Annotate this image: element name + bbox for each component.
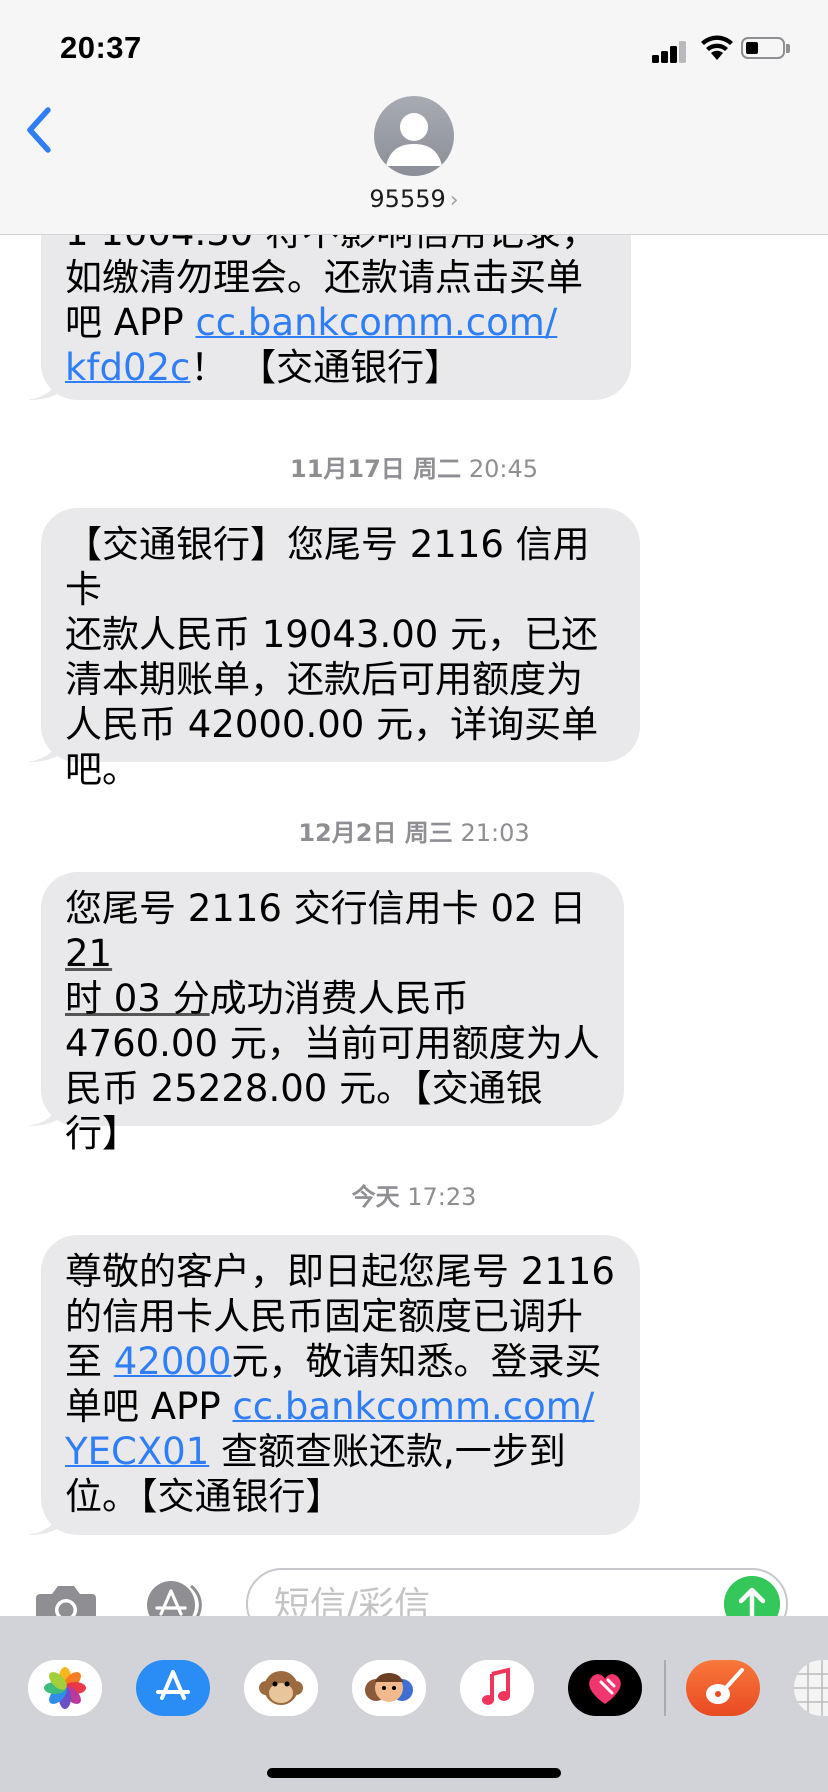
app-drawer xyxy=(0,1616,828,1792)
bubble-tail xyxy=(28,1096,62,1126)
message-line: 民币 25228.00 元。【交通银 xyxy=(65,1067,543,1110)
message-bubble[interactable]: 尊敬的客户，即日起您尾号 2116 的信用卡人民币固定额度已调升 至 42000… xyxy=(28,1235,640,1535)
app-store-icon[interactable] xyxy=(136,1660,210,1716)
message-line: 清本期账单，还款后可用额度为 xyxy=(65,658,583,701)
message-line: 如缴清勿理会。还款请点击买单 xyxy=(65,256,583,299)
message-link[interactable]: cc.bankcomm.com/ xyxy=(195,301,557,344)
digital-touch-icon[interactable] xyxy=(568,1660,642,1716)
message-timestamp: 今天 17:23 xyxy=(0,1177,828,1212)
conversation-header: 20:37 95559 › xyxy=(0,0,828,235)
message-line: 行】 xyxy=(65,1112,139,1155)
photos-icon[interactable] xyxy=(28,1660,102,1716)
person-icon xyxy=(386,113,442,166)
wifi-icon xyxy=(701,35,733,60)
contact-name[interactable]: 95559 › xyxy=(0,185,828,213)
message-link[interactable]: YECX01 xyxy=(65,1430,209,1473)
message-line: 至 xyxy=(65,1340,114,1383)
contact-avatar[interactable] xyxy=(374,96,454,176)
message-line: 尊敬的客户，即日起您尾号 2116 xyxy=(65,1250,615,1293)
message-line: 吧 APP xyxy=(65,301,196,344)
message-line: 成功消费人民币 xyxy=(209,977,469,1020)
garageband-icon[interactable] xyxy=(686,1660,760,1716)
message-link[interactable]: cc.bankcomm.com/ xyxy=(232,1385,594,1428)
timestamp-time: 21:03 xyxy=(460,819,530,847)
back-button[interactable] xyxy=(18,100,58,160)
message-line: 单吧 APP xyxy=(65,1385,233,1428)
status-time: 20:37 xyxy=(60,30,142,65)
contact-number: 95559 xyxy=(369,185,446,213)
bubble-tail xyxy=(28,732,62,762)
home-indicator[interactable] xyxy=(267,1768,561,1778)
message-line: 【交通银行】您尾号 2116 信用卡 xyxy=(65,523,590,611)
chevron-right-icon: › xyxy=(449,188,459,213)
message-bubble[interactable]: 您尾号 2116 交行信用卡 02 日 21 时 03 分成功消费人民币 476… xyxy=(28,872,624,1155)
timestamp-time: 20:45 xyxy=(468,455,538,483)
message-line: 还款人民币 19043.00 元，已还 xyxy=(65,613,599,656)
timestamp-date: 12月2日 周三 xyxy=(298,819,453,847)
music-icon[interactable] xyxy=(460,1660,534,1716)
message-timestamp: 12月2日 周三 21:03 xyxy=(0,813,828,848)
message-line: ！ 【交通银行】 xyxy=(190,346,462,389)
message-line: 查额查账还款,一步到 xyxy=(209,1430,566,1473)
message-timestamp: 11月17日 周二 20:45 xyxy=(0,449,828,484)
message-line: 4760.00 元，当前可用额度为人 xyxy=(65,1022,600,1065)
bubble-tail xyxy=(28,1505,62,1535)
message-link[interactable]: kfd02c xyxy=(65,346,190,389)
message-bubble[interactable]: 【交通银行】您尾号 2116 信用卡 还款人民币 19043.00 元，已还 清… xyxy=(28,508,640,791)
message-link[interactable]: 42000 xyxy=(114,1340,232,1383)
memoji-icon[interactable] xyxy=(352,1660,426,1716)
battery-icon xyxy=(741,37,790,59)
message-line: 元，敬请知悉。登录买 xyxy=(231,1340,602,1383)
cellular-signal-icon xyxy=(652,39,688,63)
date-detected-text[interactable]: 21 xyxy=(65,932,112,975)
timestamp-date: 11月17日 周二 xyxy=(290,455,462,483)
bubble-tail xyxy=(28,370,62,400)
message-line: 位。【交通银行】 xyxy=(65,1475,343,1518)
drawer-divider xyxy=(664,1660,666,1716)
monkey-memoji-icon[interactable] xyxy=(244,1660,318,1716)
message-line: 的信用卡人民币固定额度已调升 xyxy=(65,1295,583,1338)
message-line: 吧。 xyxy=(65,748,139,791)
message-line: 人民币 42000.00 元，详询买单 xyxy=(65,703,599,746)
more-apps-icon[interactable] xyxy=(794,1660,828,1716)
timestamp-time: 17:23 xyxy=(407,1183,477,1211)
message-line: 您尾号 2116 交行信用卡 02 日 xyxy=(65,887,587,930)
date-detected-text[interactable]: 时 03 分 xyxy=(65,977,210,1020)
timestamp-date: 今天 xyxy=(351,1183,400,1211)
